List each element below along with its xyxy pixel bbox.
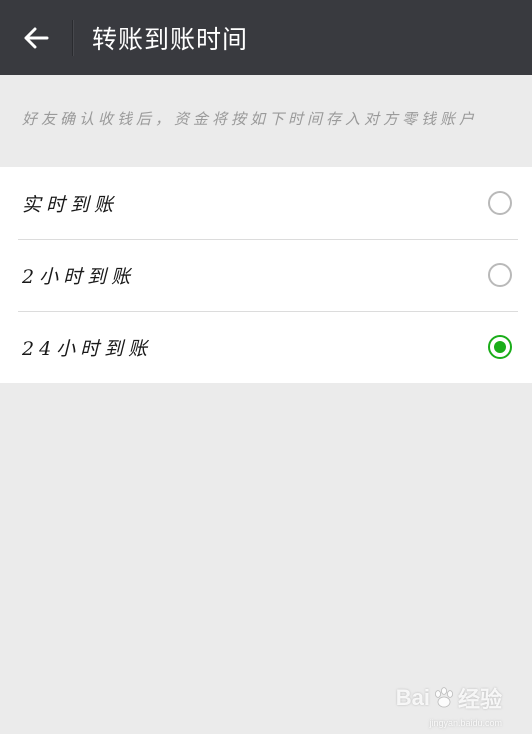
header-divider [72, 19, 74, 56]
option-24-hours-label: 24小时到账 [22, 337, 153, 360]
option-24-hours[interactable]: 24小时到账 [0, 311, 532, 383]
watermark-brand-left: Bai [395, 685, 430, 710]
option-realtime[interactable]: 实时到账 [0, 167, 532, 239]
option-realtime-label: 实时到账 [22, 193, 119, 216]
top-app-bar: 转账到账时间 [0, 0, 532, 75]
baidu-jingyan-watermark: Bai 经验 [396, 682, 502, 714]
radio-unchecked-icon[interactable] [488, 263, 512, 287]
arrival-time-options: 实时到账 2小时到账 24小时到账 [0, 167, 532, 383]
page-title: 转账到账时间 [92, 24, 249, 54]
radio-unchecked-icon[interactable] [488, 191, 512, 215]
notice-text: 好友确认收钱后，资金将按如下时间存入对方零钱账户 [22, 110, 479, 128]
option-2-hours-label: 2小时到账 [22, 265, 136, 288]
watermark-url: jingyan.baidu.com [429, 718, 502, 728]
paw-icon [434, 687, 453, 708]
arrow-left-icon [24, 27, 49, 48]
watermark-brand-right: 经验 [457, 687, 502, 712]
radio-checked-icon[interactable] [488, 335, 512, 359]
radio-dot [494, 341, 506, 353]
option-2-hours[interactable]: 2小时到账 [0, 239, 532, 311]
back-button[interactable] [0, 0, 72, 75]
